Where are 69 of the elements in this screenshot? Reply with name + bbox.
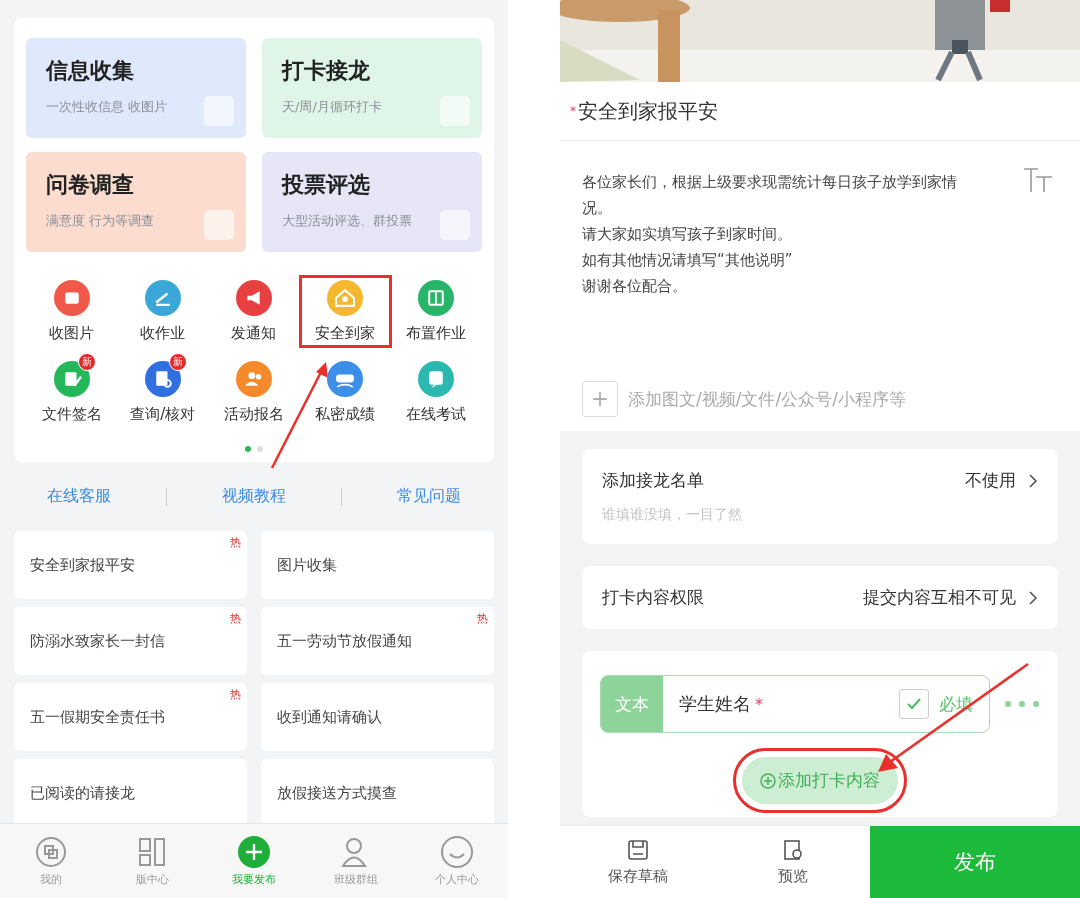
settings-row[interactable]: 打卡内容权限 提交内容互相不可见 [582,566,1058,629]
plus-icon [592,391,608,407]
preview-button[interactable]: 预览 [715,826,870,898]
required-mark: * [570,104,576,118]
tool-button[interactable]: 收作业 [117,276,209,347]
template-item[interactable]: 五一劳动节放假通知 热 [261,607,494,675]
feature-card[interactable]: 投票评选 大型活动评选、群投票 [262,152,482,252]
field-type-tag: 文本 [601,676,663,732]
tool-icon [327,280,364,316]
smiley-icon [440,835,475,869]
page-dot[interactable] [245,446,251,452]
template-item[interactable]: 五一假期安全责任书 热 [14,683,247,751]
check-icon [906,697,922,711]
tool-icon [144,280,181,316]
feature-title: 打卡接龙 [282,57,370,85]
tool-icon [418,280,455,316]
tool-button[interactable]: 安全到家 [299,276,391,347]
setting-value: 不使用 [965,469,1016,492]
page-dot[interactable] [257,446,263,452]
chevron-icon [1028,589,1038,606]
plus-circle-icon [760,772,776,789]
title-field[interactable]: 安全到家报平安 [578,97,718,125]
feature-card[interactable]: 问卷调查 满意度 行为等调查 [26,152,246,252]
hot-label: 热 [230,611,241,626]
description-text[interactable]: 各位家长们，根据上级要求现需统计每日孩子放学到家情况。 请大家如实填写孩子到家时间。 如有其他情况请填写“其他说明” 谢谢各位配合。 [582,169,962,299]
tool-button[interactable]: 在线考试 [390,357,482,428]
hot-label: 热 [477,611,488,626]
hot-label: 热 [230,687,241,702]
new-badge: 新 [168,353,187,371]
tool-icon [418,361,455,397]
required-checkbox[interactable] [899,689,929,719]
tool-button[interactable]: 活动报名 [208,357,300,428]
tool-button[interactable]: 发通知 [208,276,300,347]
new-badge: 新 [77,353,96,371]
setting-label: 打卡内容权限 [602,586,704,609]
template-item[interactable]: 防溺水致家长一封信 热 [14,607,247,675]
document-magnifier-icon [781,838,804,861]
feature-subtitle: 大型活动评选、群投票 [282,212,412,230]
more-icon[interactable] [1004,700,1040,708]
tool-icon [327,361,364,397]
tool-button[interactable]: 私密成绩 [299,357,391,428]
setting-value: 提交内容互相不可见 [863,586,1016,609]
setting-label: 添加接龙名单 [602,469,704,492]
required-mark: * [755,694,763,714]
feature-title: 问卷调查 [46,171,134,199]
template-item[interactable]: 安全到家报平安 热 [14,531,247,599]
attachment-hint: 添加图文/视频/文件/公众号/小程序等 [628,387,906,411]
add-attachment-button[interactable] [582,381,618,417]
save-draft-button[interactable]: 保存草稿 [560,826,715,898]
tool-icon [236,361,272,397]
feature-subtitle: 满意度 行为等调查 [46,212,155,230]
field-name: 学生姓名 [679,692,751,716]
plus-icon [237,835,271,869]
hot-label: 热 [230,535,241,550]
tool-button[interactable]: 收图片 [26,276,118,347]
setting-hint: 谁填谁没填，一目了然 [602,506,743,524]
tool-button[interactable]: 布置作业 [390,276,482,347]
feature-title: 信息收集 [46,57,134,85]
chevron-icon [1028,472,1038,489]
tool-icon [236,280,272,316]
overlap-circle-icon [33,835,68,869]
settings-row[interactable]: 添加接龙名单 不使用 谁填谁没填，一目了然 [582,449,1058,544]
feature-title: 投票评选 [282,171,370,199]
tool-icon [53,280,90,316]
feature-subtitle: 天/周/月循环打卡 [282,98,382,116]
template-item[interactable]: 收到通知请确认 [261,683,494,751]
template-item[interactable]: 图片收集 [261,531,494,599]
feature-card[interactable]: 打卡接龙 天/周/月循环打卡 [262,38,482,138]
tile-icon [204,210,234,240]
